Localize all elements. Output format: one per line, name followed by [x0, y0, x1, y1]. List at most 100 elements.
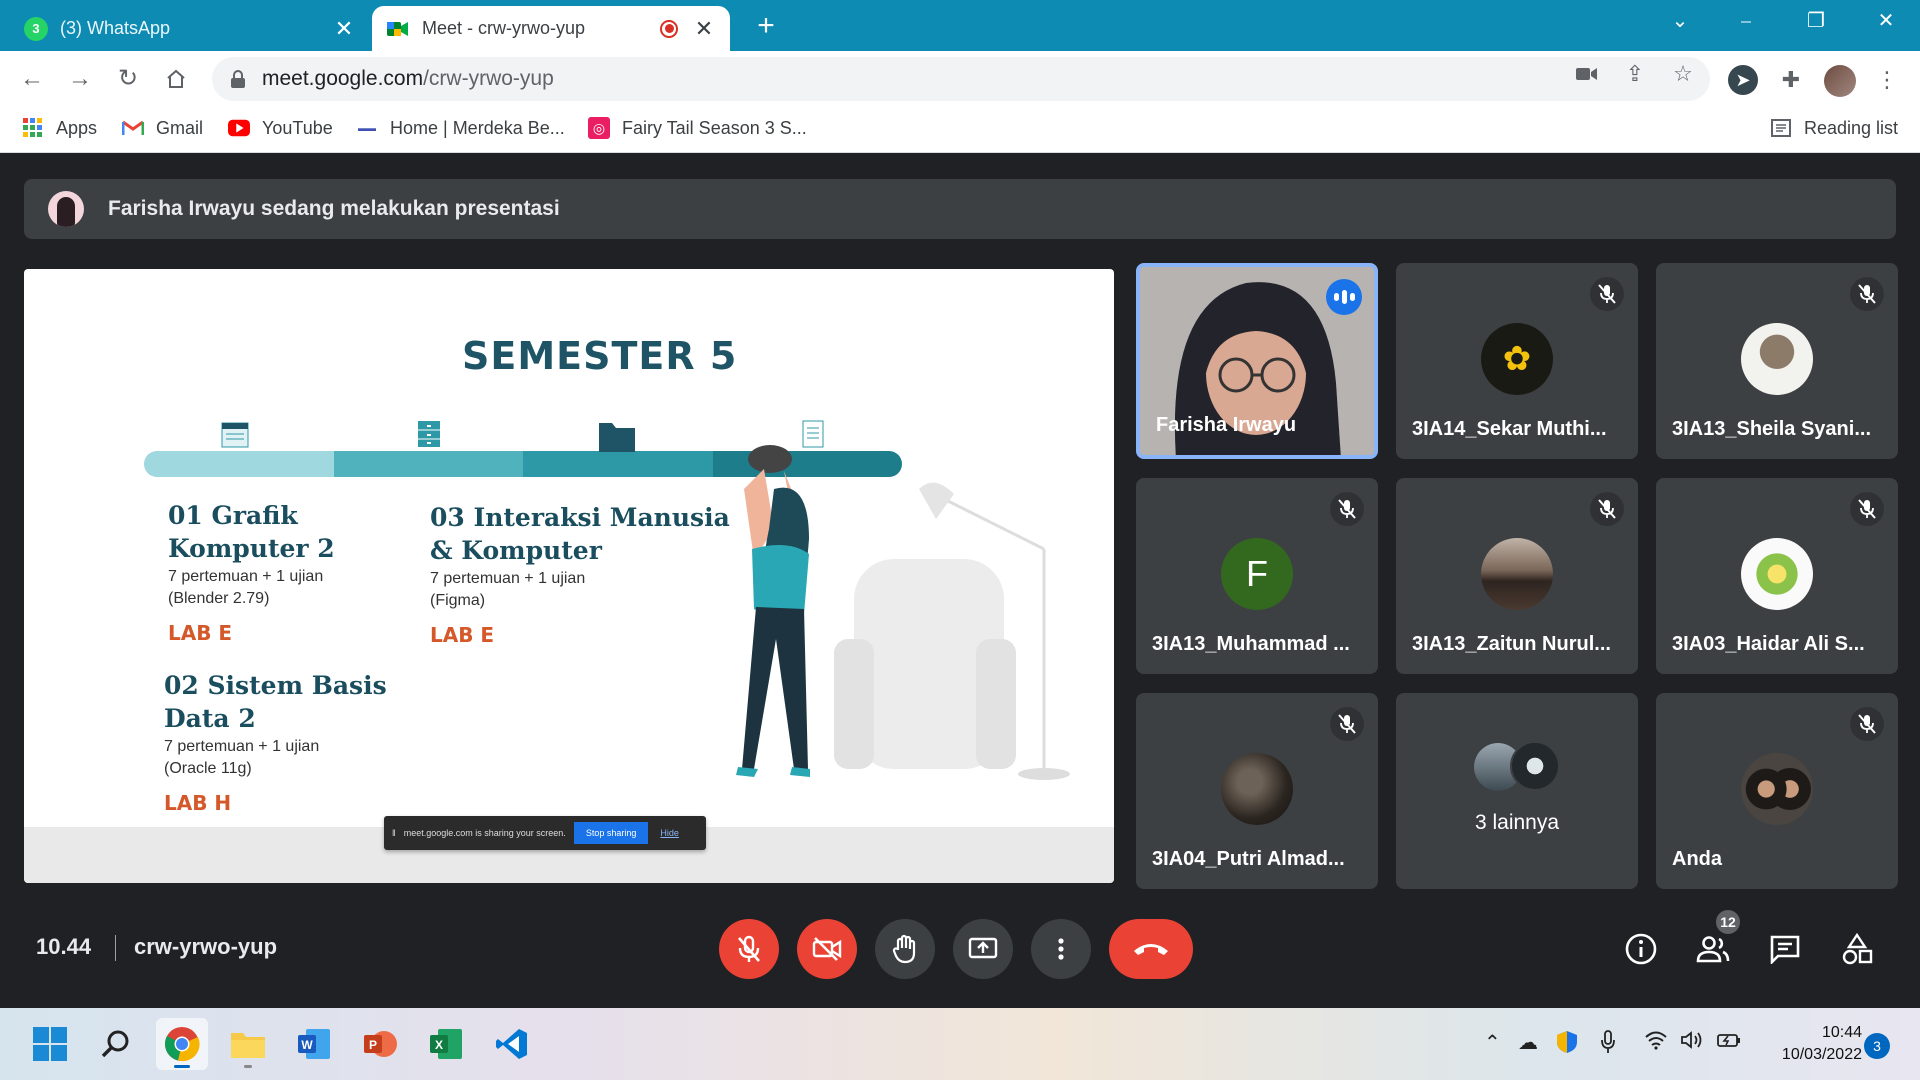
battery-charging-icon[interactable]: [1716, 1030, 1742, 1056]
camera-in-use-icon[interactable]: [1572, 59, 1602, 89]
raise-hand-button[interactable]: [875, 919, 935, 979]
lock-icon[interactable]: [230, 70, 246, 88]
slide-title: SEMESTER 5: [462, 334, 738, 378]
home-icon[interactable]: [158, 61, 194, 97]
participant-tile[interactable]: 3IA04_Putri Almad...: [1136, 693, 1378, 889]
security-shield-icon[interactable]: [1556, 1030, 1578, 1060]
wifi-icon[interactable]: [1644, 1030, 1668, 1056]
participant-tile[interactable]: F 3IA13_Muhammad ...: [1136, 478, 1378, 674]
participant-tile[interactable]: Farisha Irwayu: [1136, 263, 1378, 459]
tab-search-icon[interactable]: ⌄: [1650, 6, 1710, 36]
meeting-details-button[interactable]: [1616, 924, 1666, 974]
participant-name: 3IA13_Sheila Syani...: [1672, 418, 1871, 440]
new-tab-button[interactable]: +: [748, 8, 784, 44]
participant-tile[interactable]: 3IA13_Sheila Syani...: [1656, 263, 1898, 459]
participant-tile[interactable]: 3IA13_Zaitun Nurul...: [1396, 478, 1638, 674]
bookmark-gmail[interactable]: Gmail: [122, 117, 203, 139]
self-tile[interactable]: Anda: [1656, 693, 1898, 889]
taskbar-chrome[interactable]: [156, 1018, 208, 1070]
drag-handle-icon[interactable]: ǁ: [392, 828, 396, 838]
share-icon[interactable]: ⇪: [1620, 59, 1650, 89]
presentation-banner: Farisha Irwayu sedang melakukan presenta…: [24, 179, 1896, 239]
present-screen-button[interactable]: [953, 919, 1013, 979]
windows-logo-icon: [33, 1027, 67, 1061]
bookmark-merdeka[interactable]: ▬▬ Home | Merdeka Be...: [356, 117, 565, 139]
meeting-clock: 10.44: [36, 934, 92, 959]
participant-tile[interactable]: 3IA03_Haidar Ali S...: [1656, 478, 1898, 674]
meet-stage: Farisha Irwayu sedang melakukan presenta…: [0, 154, 1920, 1008]
excel-icon: X: [430, 1029, 462, 1059]
start-button[interactable]: [24, 1018, 76, 1070]
reading-list-button[interactable]: Reading list: [1770, 117, 1898, 139]
others-count-label: 3 lainnya: [1474, 811, 1560, 834]
taskbar-word[interactable]: W: [288, 1018, 340, 1070]
close-tab-icon[interactable]: ✕: [332, 16, 356, 42]
tab-meet[interactable]: Meet - crw-yrwo-yup ✕: [372, 6, 730, 51]
participant-tile[interactable]: ✿ 3IA14_Sekar Muthi...: [1396, 263, 1638, 459]
address-bar[interactable]: meet.google.com/crw-yrwo-yup: [212, 57, 1710, 101]
chat-button[interactable]: [1760, 924, 1810, 974]
camera-toggle-button[interactable]: [797, 919, 857, 979]
participant-avatar: [1221, 753, 1293, 825]
restore-icon[interactable]: ❐: [1786, 6, 1846, 36]
chat-icon: [1770, 935, 1800, 964]
youtube-icon: [228, 117, 250, 139]
more-options-button[interactable]: [1031, 919, 1091, 979]
participant-avatar: [1741, 538, 1813, 610]
extensions-puzzle-icon[interactable]: ✚: [1776, 65, 1806, 95]
svg-text:P: P: [369, 1038, 377, 1052]
search-button[interactable]: [90, 1018, 142, 1070]
taskbar-excel[interactable]: X: [420, 1018, 472, 1070]
show-hidden-icons-chevron-icon[interactable]: ⌃: [1484, 1030, 1501, 1055]
close-window-icon[interactable]: ✕: [1856, 6, 1916, 36]
more-vert-icon: [1058, 938, 1064, 960]
leave-call-button[interactable]: [1109, 919, 1193, 979]
back-arrow-icon[interactable]: ←: [14, 61, 50, 97]
bookmark-apps[interactable]: Apps: [22, 117, 97, 139]
screen-share-notice: ǁ meet.google.com is sharing your screen…: [384, 816, 706, 850]
bookmark-star-icon[interactable]: ☆: [1668, 59, 1698, 89]
microphone-tray-icon[interactable]: [1600, 1030, 1616, 1060]
windows-taskbar: W P X ⌃ ☁ 10:44 10/03/2022 3: [0, 1008, 1920, 1080]
powerpoint-icon: P: [364, 1031, 397, 1057]
reload-icon[interactable]: ↻: [110, 61, 146, 97]
bookmark-fairy-tail[interactable]: ◎ Fairy Tail Season 3 S...: [588, 117, 807, 139]
hand-icon: [892, 934, 916, 964]
taskbar-vscode[interactable]: [486, 1018, 538, 1070]
profile-avatar[interactable]: [1824, 65, 1856, 97]
close-tab-icon[interactable]: ✕: [692, 16, 716, 42]
chrome-icon: [165, 1027, 200, 1062]
mic-muted-icon: [1590, 277, 1624, 311]
taskbar-file-explorer[interactable]: [222, 1018, 274, 1070]
notification-badge[interactable]: 3: [1864, 1033, 1890, 1059]
extension-cursor-icon[interactable]: ➤: [1728, 65, 1758, 95]
activities-button[interactable]: [1832, 924, 1882, 974]
taskbar-powerpoint[interactable]: P: [354, 1018, 406, 1070]
participant-name: 3IA04_Putri Almad...: [1152, 848, 1345, 870]
tab-whatsapp[interactable]: 3 (3) WhatsApp ✕: [10, 6, 370, 51]
onedrive-sync-icon[interactable]: ☁: [1518, 1030, 1538, 1055]
participant-name: 3IA14_Sekar Muthi...: [1412, 418, 1607, 440]
tab-title: Meet - crw-yrwo-yup: [422, 18, 586, 38]
hide-share-notice-link[interactable]: Hide: [660, 828, 679, 838]
tab-strip: 3 (3) WhatsApp ✕ Meet - crw-yrwo-yup ✕ +…: [0, 0, 1920, 51]
participant-avatar: [1741, 323, 1813, 395]
mic-muted-icon: [1590, 492, 1624, 526]
participant-name: 3IA13_Zaitun Nurul...: [1412, 633, 1611, 655]
camera-off-icon: [812, 937, 842, 961]
forward-arrow-icon[interactable]: →: [62, 61, 98, 97]
others-tile[interactable]: 3 lainnya: [1396, 693, 1638, 889]
word-icon: W: [298, 1029, 330, 1059]
system-clock[interactable]: 10:44 10/03/2022: [1752, 1022, 1862, 1066]
mic-muted-icon: [1850, 492, 1884, 526]
presentation-screen[interactable]: SEMESTER 5 01 Grafik Komputer 2 7 pertem…: [24, 269, 1114, 883]
stop-sharing-button[interactable]: Stop sharing: [573, 822, 649, 844]
bookmark-youtube[interactable]: YouTube: [228, 117, 333, 139]
mic-muted-icon: [1850, 707, 1884, 741]
tab-title: (3) WhatsApp: [60, 18, 171, 38]
microphone-toggle-button[interactable]: [719, 919, 779, 979]
meeting-code[interactable]: crw-yrwo-yup: [134, 934, 277, 960]
volume-icon[interactable]: [1680, 1030, 1704, 1056]
minimize-icon[interactable]: ⎯: [1716, 6, 1776, 36]
menu-kebab-icon[interactable]: ⋮: [1872, 65, 1902, 95]
